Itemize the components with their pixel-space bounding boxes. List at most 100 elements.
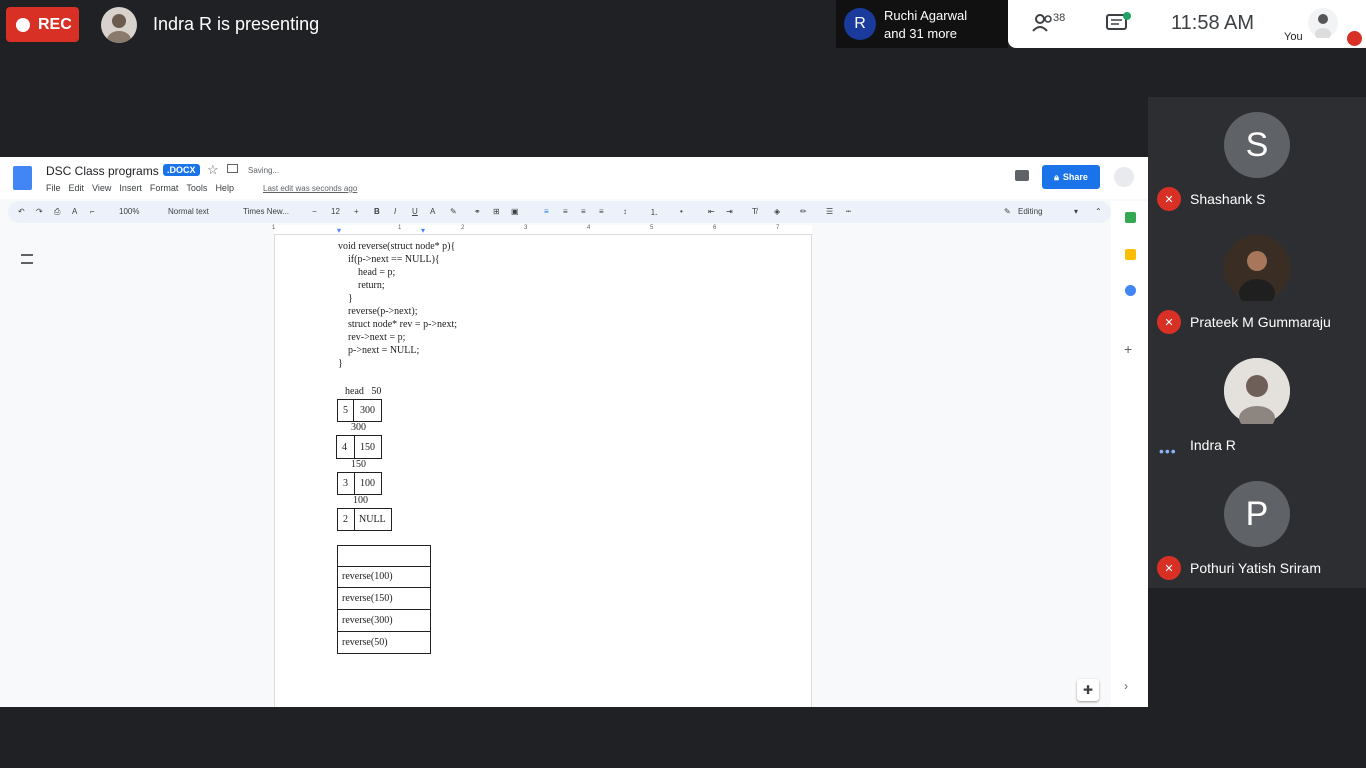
code-line: struct node* rev = p->next; xyxy=(338,319,458,330)
clear-formatting-icon[interactable]: T̸ xyxy=(752,207,757,216)
menu-tools[interactable]: Tools xyxy=(186,183,207,193)
docs-menu: File Edit View Insert Format Tools Help xyxy=(46,183,234,193)
paint-format-icon[interactable]: ⌐ xyxy=(90,207,95,216)
participant-name: Prateek M Gummaraju xyxy=(1190,314,1331,330)
border-width-icon[interactable]: ☰ xyxy=(826,207,833,216)
add-addon-icon[interactable]: + xyxy=(1124,341,1132,357)
font-size-decrease-icon[interactable]: − xyxy=(312,207,317,216)
speaking-indicator-icon: ••• xyxy=(1159,443,1177,459)
underline-icon[interactable]: U xyxy=(412,207,418,216)
justify-icon[interactable]: ≡ xyxy=(599,207,604,216)
node-data: 4 xyxy=(336,435,355,459)
ruler-mark: 2 xyxy=(461,225,465,231)
tasks-icon[interactable] xyxy=(1125,285,1136,296)
menu-insert[interactable]: Insert xyxy=(119,183,142,193)
participant-avatar xyxy=(1224,358,1290,424)
left-indent-marker-icon[interactable]: ▾ xyxy=(337,226,341,235)
numbered-list-icon[interactable]: ⒈ xyxy=(650,207,658,218)
undo-icon[interactable]: ↶ xyxy=(18,207,25,216)
fill-color-icon[interactable]: ◈ xyxy=(774,207,780,216)
people-count: 38 xyxy=(1053,12,1066,24)
presenting-text: Indra R is presenting xyxy=(153,14,320,34)
node-address: 100 xyxy=(353,495,368,506)
node-next: NULL xyxy=(354,508,392,531)
italic-icon[interactable]: I xyxy=(394,207,396,216)
you-avatar[interactable] xyxy=(1308,8,1338,40)
keep-icon[interactable] xyxy=(1125,249,1136,260)
bold-icon[interactable]: B xyxy=(374,207,380,216)
ruler-mark: 3 xyxy=(524,225,528,231)
mic-off-icon: ✕ xyxy=(1157,310,1181,334)
mic-off-icon: ✕ xyxy=(1157,187,1181,211)
node-address: 150 xyxy=(351,459,366,470)
link-icon[interactable]: ⚭ xyxy=(474,207,481,216)
explore-button[interactable]: ✚ xyxy=(1077,679,1099,701)
text-color-icon[interactable]: A xyxy=(430,207,435,216)
comment-add-icon[interactable]: ⊞ xyxy=(493,207,500,216)
editing-mode-select[interactable]: Editing xyxy=(1018,207,1042,216)
align-center-icon[interactable]: ≡ xyxy=(563,207,568,216)
spellcheck-icon[interactable]: A xyxy=(72,207,77,216)
recording-badge[interactable]: REC xyxy=(6,7,79,42)
stack-cell: reverse(50) xyxy=(337,632,431,654)
increase-indent-icon[interactable]: ⇥ xyxy=(726,207,733,216)
docs-logo-icon[interactable] xyxy=(13,166,32,190)
font-select[interactable]: Times New... xyxy=(243,207,289,216)
chevron-right-icon[interactable]: › xyxy=(1124,679,1128,693)
align-right-icon[interactable]: ≡ xyxy=(581,207,586,216)
star-icon[interactable]: ☆ xyxy=(207,162,219,178)
ruler-mark: 4 xyxy=(587,225,591,231)
border-color-icon[interactable]: ✏ xyxy=(800,207,807,216)
calendar-icon[interactable] xyxy=(1125,212,1136,223)
people-icon[interactable] xyxy=(1032,13,1054,38)
mic-off-icon: ✕ xyxy=(1157,556,1181,580)
collapse-toolbar-icon[interactable]: ⌃ xyxy=(1095,207,1102,216)
node-next: 300 xyxy=(353,399,382,422)
docs-window: DSC Class programs .DOCX ☆ Saving... Fil… xyxy=(0,157,1148,707)
align-left-icon[interactable]: ≡ xyxy=(544,207,549,216)
rec-label: REC xyxy=(38,15,72,33)
node-data: 5 xyxy=(337,399,354,422)
code-line: } xyxy=(338,293,353,304)
ruchi-avatar: R xyxy=(844,8,876,40)
doc-title[interactable]: DSC Class programs xyxy=(46,164,159,178)
ruler-mark: 1 xyxy=(398,225,402,231)
formatting-toolbar: ↶ ↷ ⎙ A ⌐ 100% Normal text Times New... … xyxy=(8,201,1111,223)
head-label: head 50 xyxy=(345,386,382,397)
menu-format[interactable]: Format xyxy=(150,183,179,193)
image-icon[interactable]: ▣ xyxy=(511,207,519,216)
menu-file[interactable]: File xyxy=(46,183,61,193)
bulleted-list-icon[interactable]: • xyxy=(680,207,683,216)
decrease-indent-icon[interactable]: ⇤ xyxy=(708,207,715,216)
node-next: 100 xyxy=(354,472,382,495)
code-line: reverse(p->next); xyxy=(338,306,418,317)
font-size-increase-icon[interactable]: + xyxy=(354,207,359,216)
style-select[interactable]: Normal text xyxy=(168,207,209,216)
print-icon[interactable]: ⎙ xyxy=(54,207,60,217)
ruchi-more: and 31 more xyxy=(884,26,957,41)
line-spacing-icon[interactable]: ↕ xyxy=(623,207,627,216)
record-dot-icon xyxy=(16,17,30,32)
ruler-mark: 1 xyxy=(272,225,276,231)
menu-help[interactable]: Help xyxy=(215,183,234,193)
font-size-input[interactable]: 12 xyxy=(331,207,340,216)
menu-view[interactable]: View xyxy=(92,183,111,193)
ruchi-name: Ruchi Agarwal xyxy=(884,8,968,23)
move-folder-icon[interactable] xyxy=(227,164,238,173)
side-panel xyxy=(1111,201,1148,707)
account-avatar[interactable] xyxy=(1114,167,1134,187)
last-edit-link[interactable]: Last edit was seconds ago xyxy=(263,184,357,193)
editing-mode-icon: ✎ xyxy=(1004,207,1011,216)
lock-icon: 🔒︎ xyxy=(1054,171,1059,182)
document-outline-icon[interactable] xyxy=(21,254,33,264)
highlight-icon[interactable]: ✎ xyxy=(450,207,457,216)
mode-dropdown-icon[interactable]: ▾ xyxy=(1074,207,1078,216)
redo-icon[interactable]: ↷ xyxy=(36,207,43,216)
right-indent-marker-icon[interactable]: ▾ xyxy=(421,226,425,235)
comments-icon[interactable] xyxy=(1015,170,1029,181)
share-button[interactable]: 🔒︎ Share xyxy=(1042,165,1100,189)
menu-edit[interactable]: Edit xyxy=(69,183,85,193)
zoom-select[interactable]: 100% xyxy=(119,207,139,216)
chat-notification-dot xyxy=(1123,12,1131,20)
border-dash-icon[interactable]: ┅ xyxy=(846,207,851,216)
